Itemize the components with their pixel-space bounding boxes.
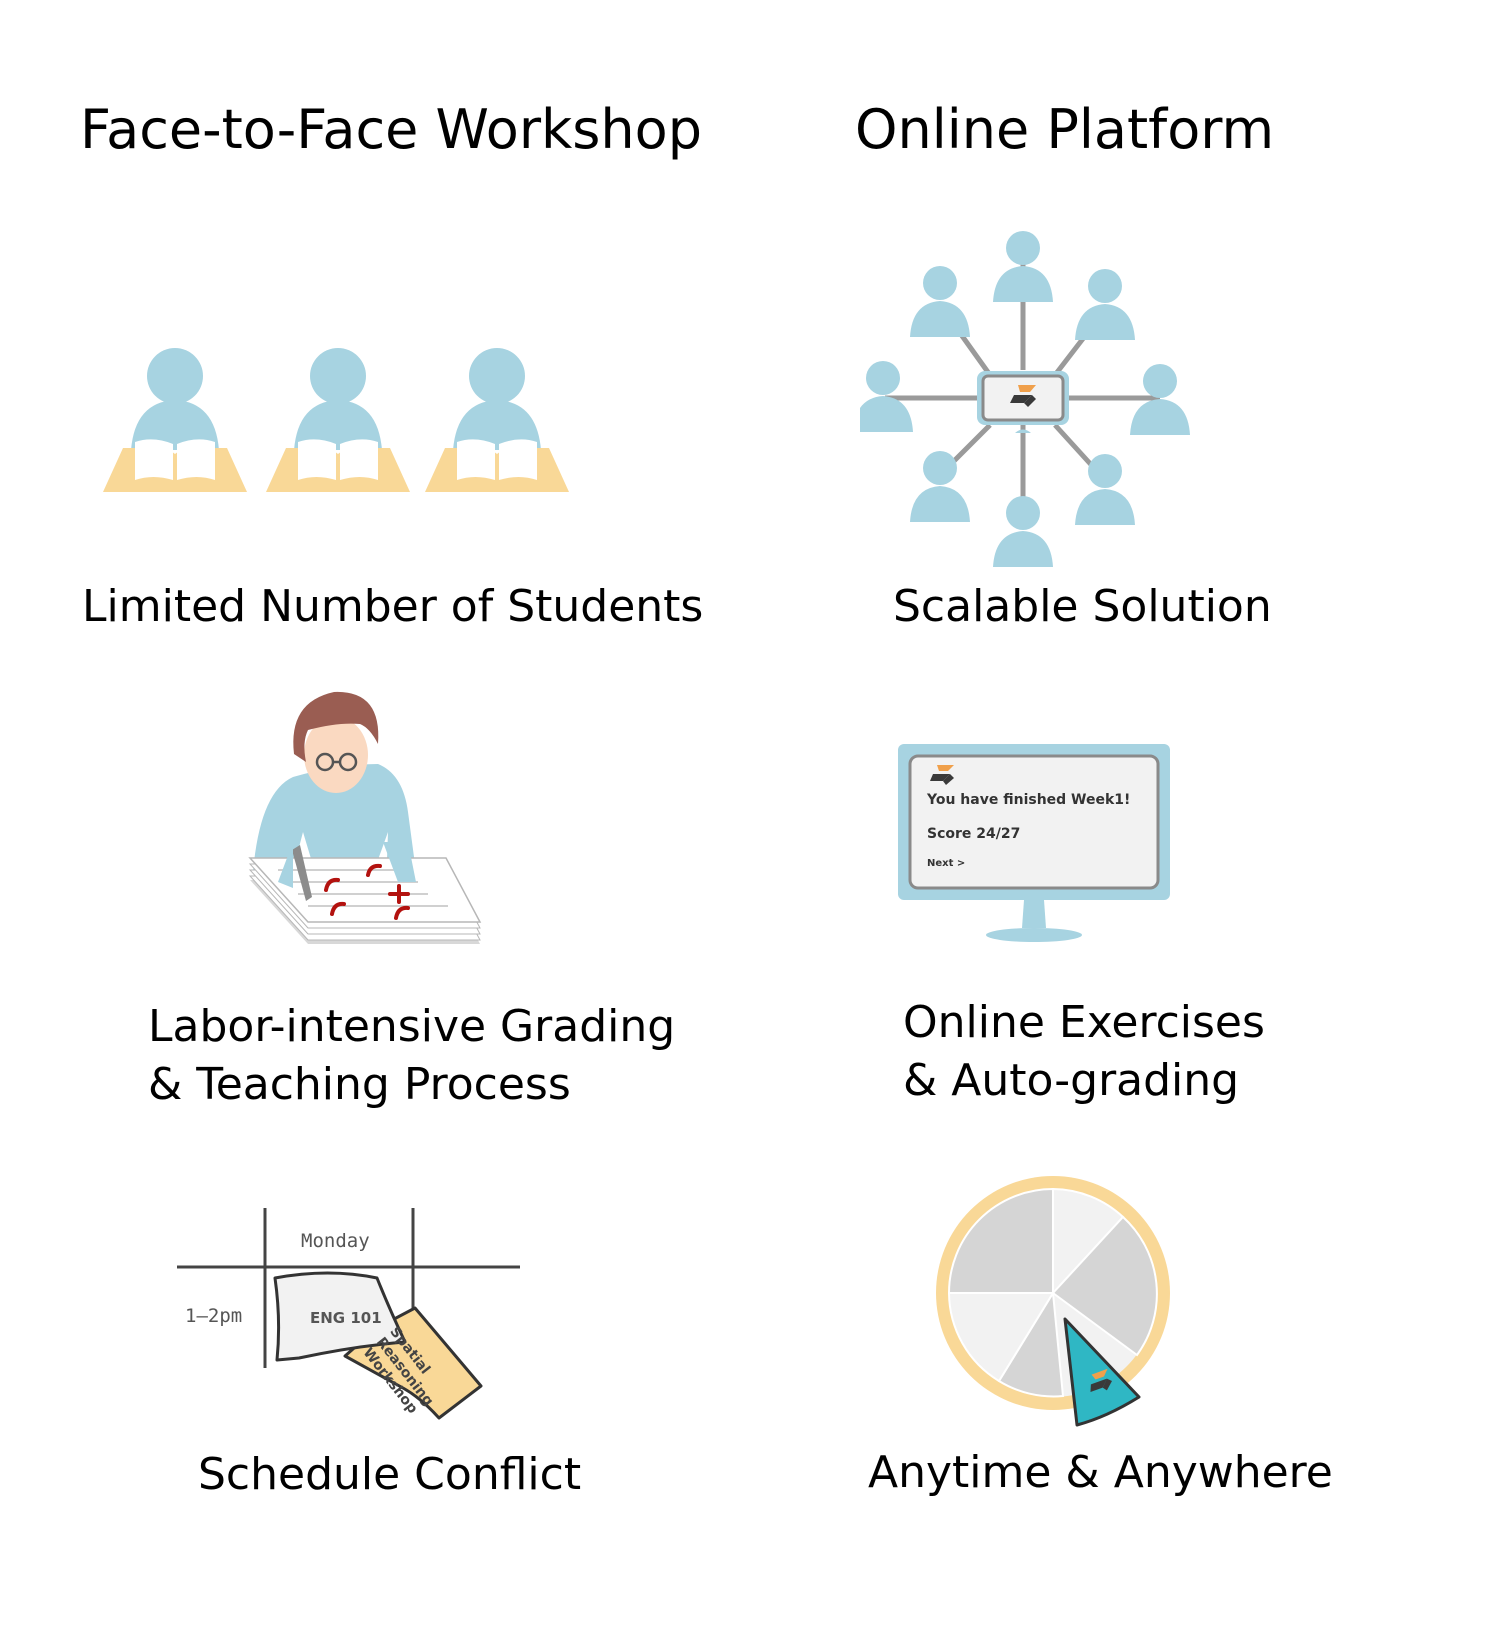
student-reading-1 <box>103 348 247 492</box>
right-column-title: Online Platform <box>855 98 1275 161</box>
student-reading-2 <box>266 348 410 492</box>
screen-next-link[interactable]: Next > <box>927 858 965 869</box>
schedule-time-label: 1–2pm <box>185 1305 243 1327</box>
schedule-day-header: Monday <box>301 1230 370 1252</box>
online-exercise-monitor: You have finished Week1! Score 24/27 Nex… <box>898 744 1170 944</box>
caption-exercises-line2: & Auto-grading <box>903 1055 1240 1106</box>
left-column-title: Face-to-Face Workshop <box>80 98 702 161</box>
scalable-network-illustration <box>860 231 1190 567</box>
student-reading-3 <box>425 348 569 492</box>
reading-students-illustration <box>103 348 569 492</box>
screen-score: Score 24/27 <box>927 826 1021 842</box>
caption-exercises-line1: Online Exercises <box>903 997 1265 1048</box>
caption-limited-students: Limited Number of Students <box>82 581 704 632</box>
caption-scalable-solution: Scalable Solution <box>893 581 1272 632</box>
caption-anytime-anywhere: Anytime & Anywhere <box>868 1447 1333 1498</box>
schedule-course-label: ENG 101 <box>310 1309 382 1327</box>
clock-icon <box>936 1176 1170 1427</box>
schedule-conflict-illustration: Monday 1–2pm ENG 101 Spatial Reasoning W… <box>177 1208 522 1443</box>
caption-grading-line1: Labor-intensive Grading <box>148 1001 676 1052</box>
caption-grading-line2: & Teaching Process <box>148 1059 571 1110</box>
screen-finished-message: You have finished Week1! <box>927 792 1131 808</box>
caption-schedule-conflict: Schedule Conflict <box>198 1449 582 1500</box>
teacher-grading-illustration <box>248 691 482 944</box>
